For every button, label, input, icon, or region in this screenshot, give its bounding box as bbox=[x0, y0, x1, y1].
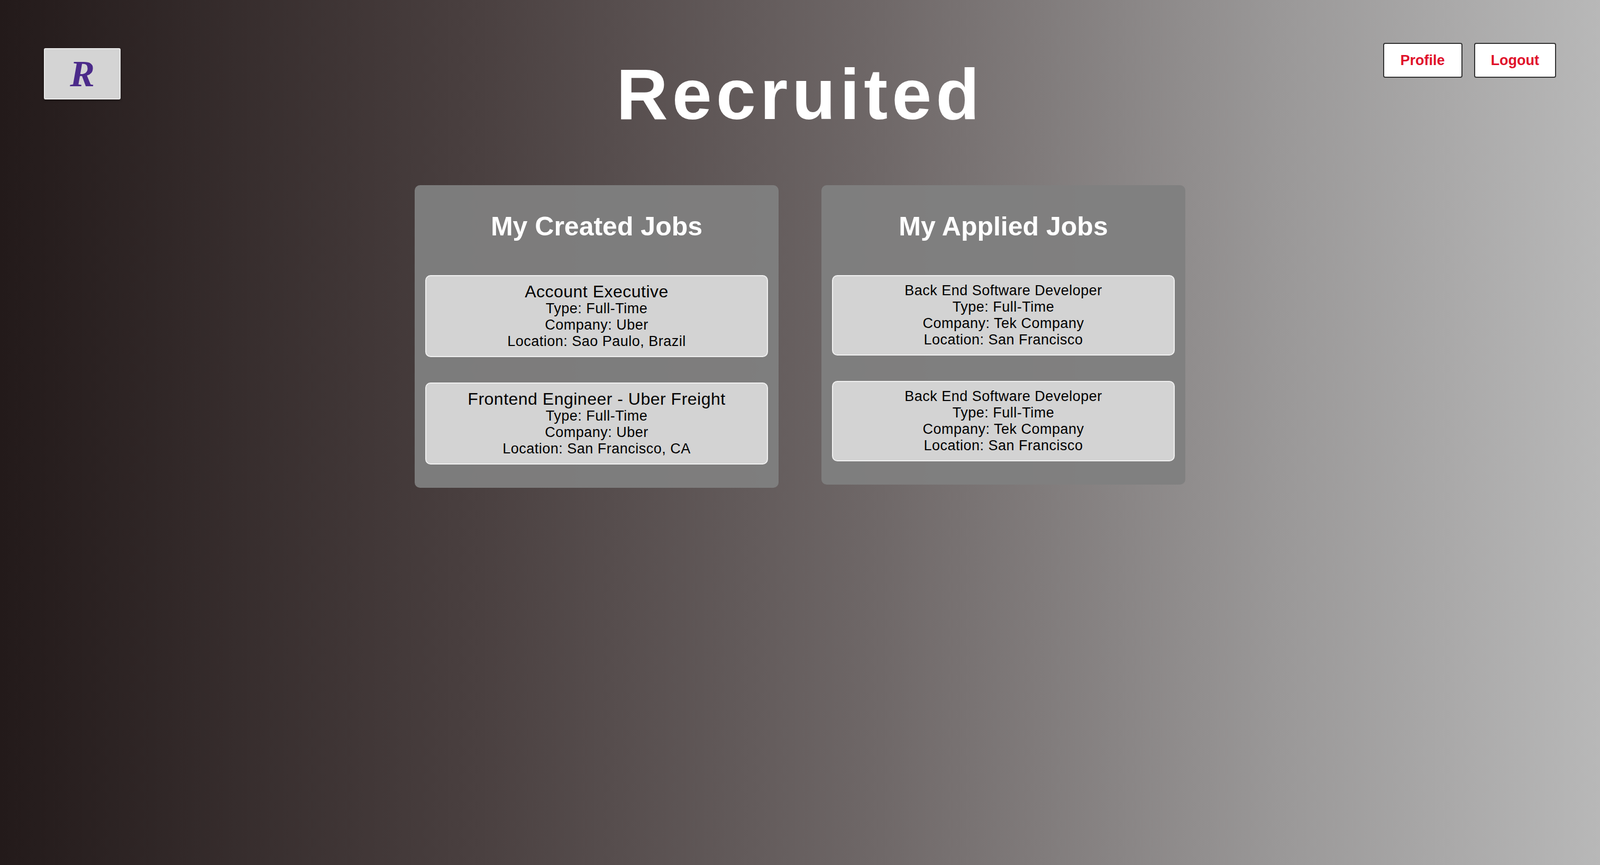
panel-title: My Applied Jobs bbox=[832, 210, 1175, 243]
logo[interactable]: R bbox=[43, 48, 121, 100]
job-company: Company: Tek Company bbox=[922, 421, 1084, 438]
job-card[interactable]: Back End Software DeveloperType: Full-Ti… bbox=[832, 275, 1175, 356]
jobs-area: My Created JobsAccount ExecutiveType: Fu… bbox=[0, 185, 1600, 488]
job-company: Company: Uber bbox=[544, 316, 649, 334]
job-type: Type: Full-Time bbox=[952, 298, 1055, 316]
job-card[interactable]: Back End Software DeveloperType: Full-Ti… bbox=[832, 380, 1175, 462]
job-type: Type: Full-Time bbox=[545, 300, 648, 317]
job-title: Frontend Engineer - Uber Freight bbox=[467, 389, 726, 408]
job-company: Company: Tek Company bbox=[922, 315, 1084, 332]
job-company: Company: Uber bbox=[544, 424, 649, 441]
job-location: Location: San Francisco bbox=[923, 331, 1083, 349]
job-location: Location: Sao Paulo, Brazil bbox=[507, 333, 687, 350]
job-card[interactable]: Frontend Engineer - Uber FreightType: Fu… bbox=[425, 382, 768, 465]
job-location: Location: San Francisco bbox=[923, 437, 1083, 454]
job-type: Type: Full-Time bbox=[545, 407, 648, 425]
nav-button[interactable]: Profile bbox=[1383, 42, 1463, 78]
job-type: Type: Full-Time bbox=[952, 404, 1055, 422]
jobs-panel: My Applied Jobs Back End Software Develop… bbox=[821, 185, 1186, 485]
job-title: Back End Software Developer bbox=[904, 388, 1103, 405]
jobs-panel: My Created JobsAccount ExecutiveType: Fu… bbox=[414, 185, 779, 488]
job-location: Location: San Francisco, CA bbox=[502, 440, 691, 457]
nav-button[interactable]: Logout bbox=[1474, 42, 1557, 78]
app-title: Recruited bbox=[616, 58, 984, 131]
job-title: Back End Software Developer bbox=[904, 282, 1103, 299]
nav: Profile Logout bbox=[983, 42, 1557, 78]
page: R Recruited Profile Logout My Created Jobs Ac… bbox=[0, 0, 1600, 865]
header: R Recruited Profile Logout bbox=[0, 0, 1600, 131]
panel-title: My Created Jobs bbox=[425, 210, 768, 243]
job-card[interactable]: Account ExecutiveType: Full-TimeCompany:… bbox=[425, 275, 768, 358]
job-title: Account Executive bbox=[524, 282, 669, 301]
